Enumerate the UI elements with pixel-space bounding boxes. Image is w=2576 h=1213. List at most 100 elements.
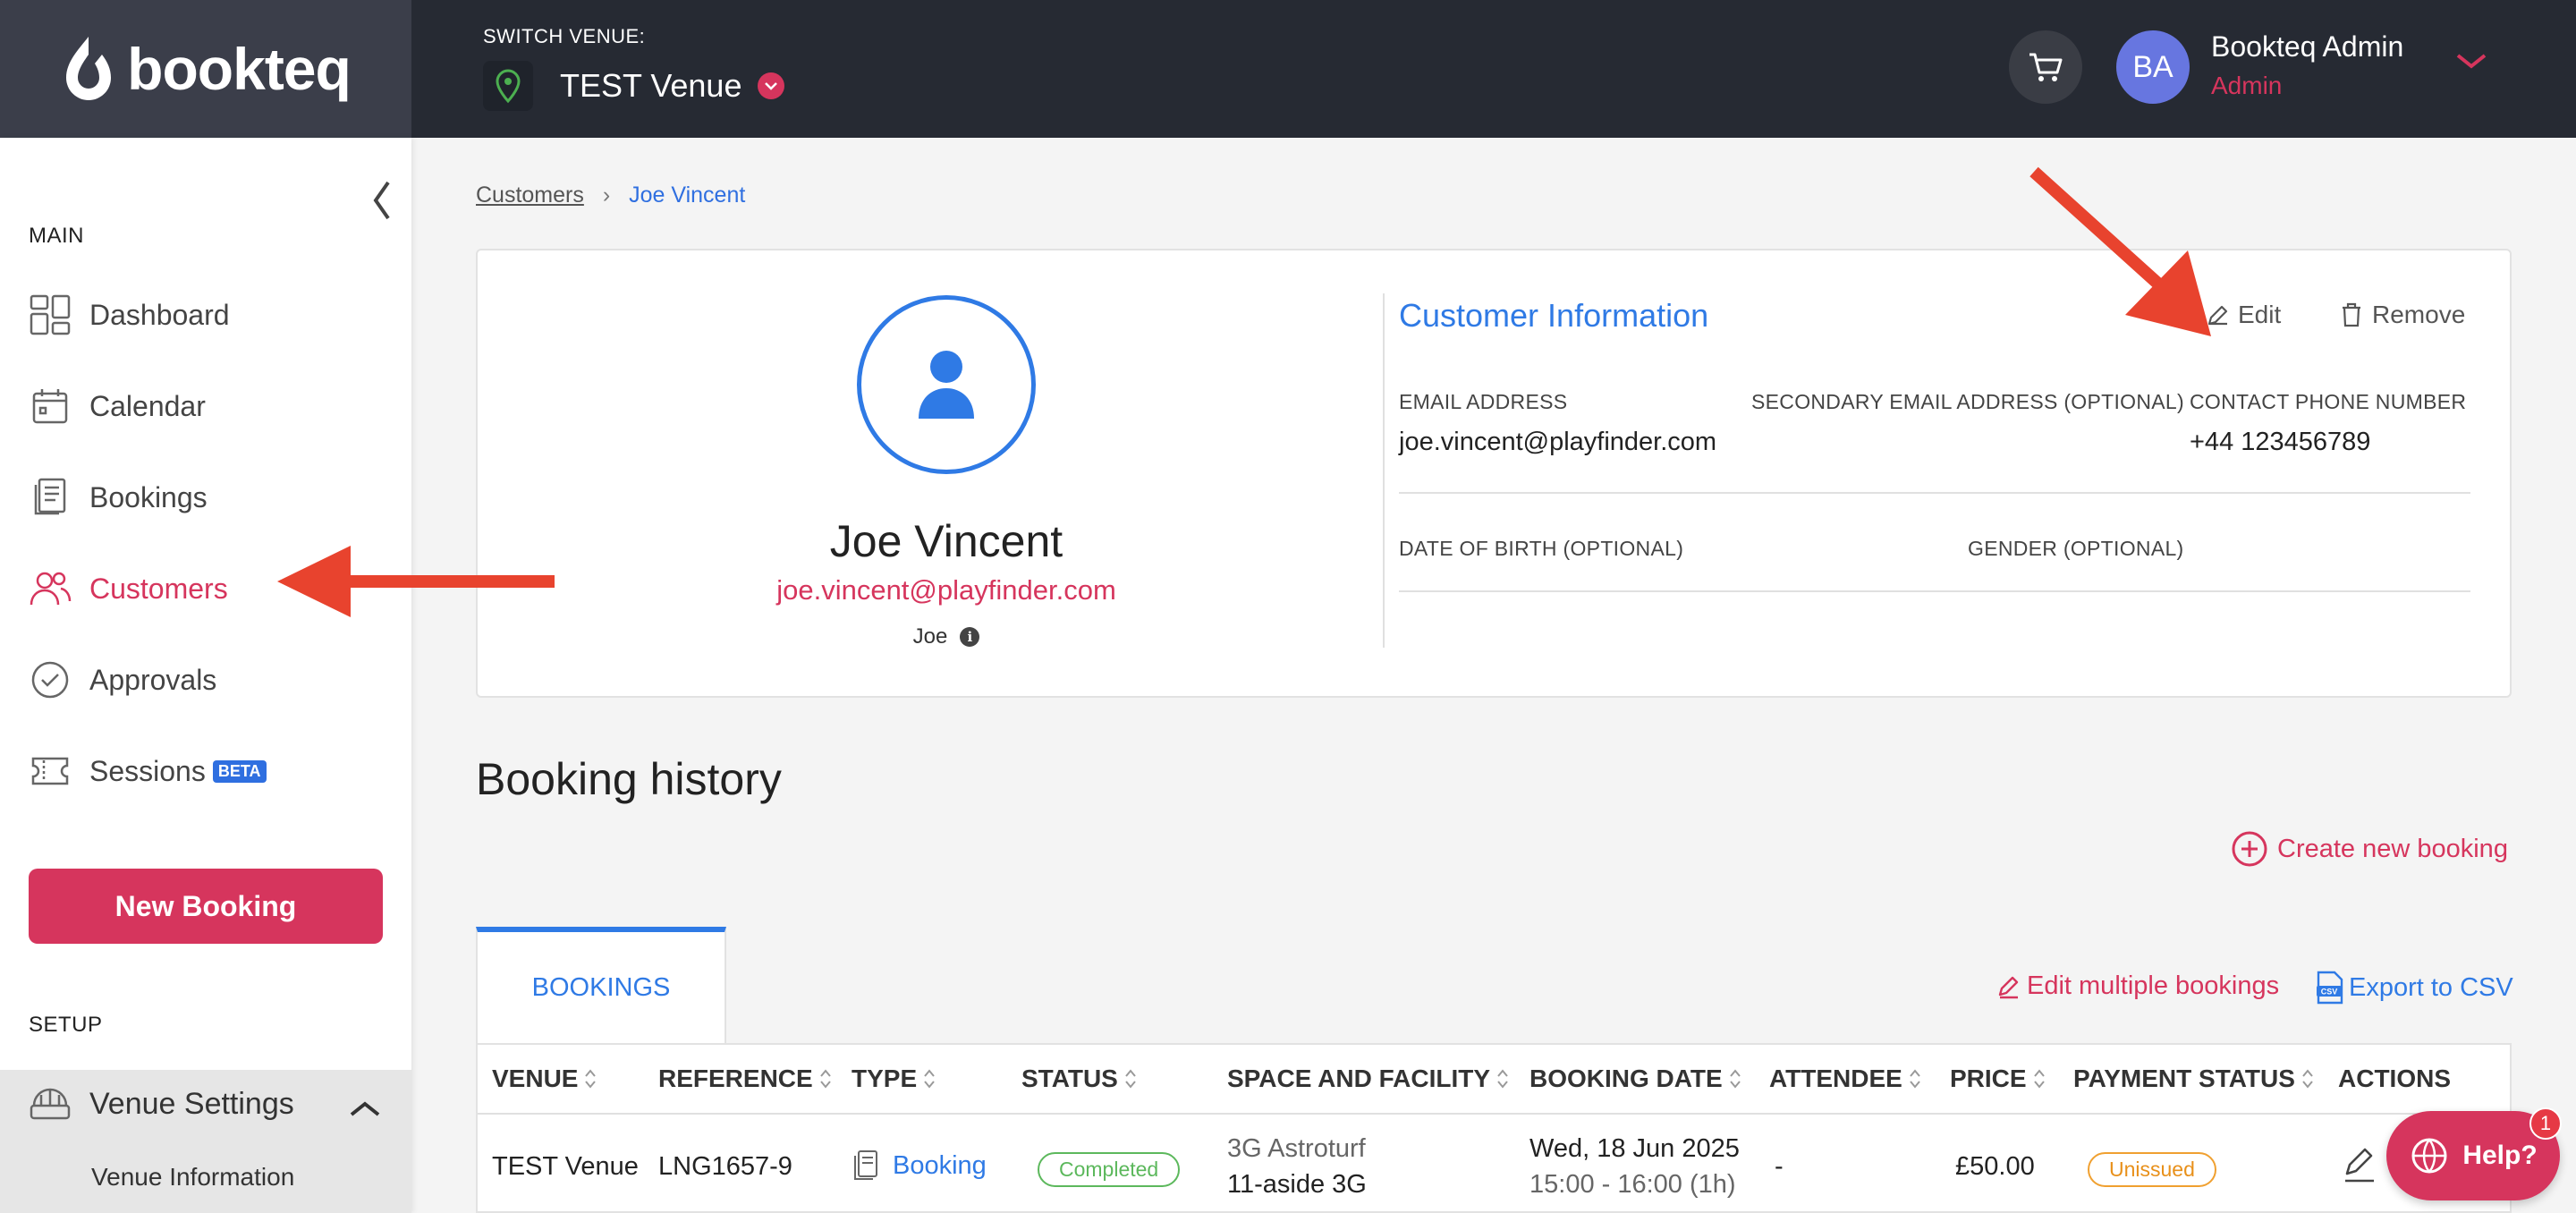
profile-email[interactable]: joe.vincent@playfinder.com <box>478 574 1415 606</box>
venue-name: TEST Venue <box>560 67 742 104</box>
cell-facility: 11-aside 3G <box>1227 1170 1367 1199</box>
venue-switcher[interactable]: SWITCH VENUE: TEST Venue <box>483 25 785 111</box>
customer-info-title: Customer Information <box>1399 297 1709 334</box>
column-header-type[interactable]: TYPE <box>852 1065 936 1093</box>
profile-avatar <box>857 295 1036 474</box>
sort-icon[interactable] <box>1496 1067 1510 1090</box>
breadcrumb-separator: › <box>602 182 611 208</box>
column-header-status[interactable]: STATUS <box>1021 1065 1138 1093</box>
divider <box>1399 590 2470 592</box>
create-new-booking-label: Create new booking <box>2277 834 2508 863</box>
sessions-icon <box>29 750 72 793</box>
sidebar-item-venue-information[interactable]: Venue Information <box>91 1163 294 1192</box>
venue-settings-label: Venue Settings <box>89 1086 294 1121</box>
sidebar-item-label: Approvals <box>89 663 217 696</box>
profile-nickname: Joe i <box>478 624 1415 649</box>
help-label: Help? <box>2462 1141 2538 1170</box>
sort-icon[interactable] <box>2301 1067 2315 1090</box>
sidebar-item-calendar[interactable]: Calendar <box>29 379 206 433</box>
cell-venue: TEST Venue <box>492 1152 639 1181</box>
svg-text:CSV: CSV <box>2321 988 2338 997</box>
edit-label: Edit <box>2238 301 2282 328</box>
phone-label: CONTACT PHONE NUMBER <box>2190 390 2467 413</box>
sidebar-item-bookings[interactable]: Bookings <box>29 471 208 524</box>
secondary-email-label: SECONDARY EMAIL ADDRESS (OPTIONAL) <box>1751 390 2184 413</box>
breadcrumb-current: Joe Vincent <box>629 182 746 208</box>
column-header-actions: ACTIONS <box>2338 1065 2451 1092</box>
column-header-venue[interactable]: VENUE <box>492 1065 597 1093</box>
info-icon[interactable]: i <box>960 627 980 647</box>
type-label: Booking <box>893 1150 987 1180</box>
tab-bookings[interactable]: BOOKINGS <box>476 927 726 1043</box>
sidebar-item-label: Sessions <box>89 754 206 787</box>
export-csv-label: Export to CSV <box>2349 972 2513 1002</box>
sidebar-item-label: Dashboard <box>89 298 230 331</box>
sort-icon[interactable] <box>1728 1067 1742 1090</box>
column-header-attendee[interactable]: ATTENDEE <box>1769 1065 1922 1093</box>
breadcrumb-customers-link[interactable]: Customers <box>476 182 584 208</box>
sort-icon[interactable] <box>1123 1067 1138 1090</box>
column-header-payment-status[interactable]: PAYMENT STATUS <box>2073 1065 2315 1093</box>
user-role: Admin <box>2211 72 2283 99</box>
logo[interactable]: bookteq <box>0 0 411 138</box>
bookings-icon <box>29 476 72 519</box>
edit-multiple-bookings-button[interactable]: Edit multiple bookings <box>1996 971 2279 1001</box>
remove-button[interactable]: Remove <box>2340 301 2465 329</box>
calendar-icon <box>29 385 72 428</box>
gender-label: GENDER (OPTIONAL) <box>1968 537 2184 560</box>
dob-label: DATE OF BIRTH (OPTIONAL) <box>1399 537 1684 560</box>
switch-venue-label: SWITCH VENUE: <box>483 25 646 47</box>
booking-history-title: Booking history <box>476 754 782 804</box>
chevron-down-icon[interactable] <box>758 72 785 99</box>
profile-name: Joe Vincent <box>829 516 1063 566</box>
row-edit-icon[interactable] <box>2342 1145 2377 1189</box>
column-header-reference[interactable]: REFERENCE <box>658 1065 833 1093</box>
globe-icon <box>2411 1138 2447 1174</box>
remove-label: Remove <box>2372 301 2466 328</box>
email-label: EMAIL ADDRESS <box>1399 390 1568 413</box>
divider <box>1383 293 1385 648</box>
sidebar-item-label: Calendar <box>89 389 206 422</box>
avatar[interactable]: BA <box>2116 30 2190 104</box>
user-name[interactable]: Bookteq Admin <box>2211 30 2403 64</box>
sidebar-item-dashboard[interactable]: Dashboard <box>29 288 230 342</box>
column-header-booking-date[interactable]: BOOKING DATE <box>1530 1065 1742 1093</box>
sort-icon[interactable] <box>2032 1067 2046 1090</box>
sort-icon[interactable] <box>1908 1067 1922 1090</box>
notification-badge: 1 <box>2529 1107 2562 1140</box>
cell-space: 3G Astroturf <box>1227 1134 1366 1163</box>
sort-icon[interactable] <box>818 1067 833 1090</box>
sort-icon[interactable] <box>922 1067 936 1090</box>
sidebar-item-customers[interactable]: Customers <box>29 562 228 615</box>
edit-multiple-label: Edit multiple bookings <box>2027 971 2280 1000</box>
trash-icon <box>2343 302 2360 327</box>
cart-button[interactable] <box>2009 30 2082 104</box>
collapse-sidebar-icon[interactable] <box>370 179 394 226</box>
beta-badge: BETA <box>212 759 267 783</box>
approvals-icon <box>29 658 72 701</box>
cell-attendee: - <box>1775 1152 1784 1181</box>
new-booking-button[interactable]: New Booking <box>29 869 383 944</box>
chevron-up-icon[interactable] <box>349 1100 381 1123</box>
sidebar: MAIN Dashboard Calendar Bookings Custome… <box>0 138 411 1213</box>
chevron-down-icon[interactable] <box>2455 52 2487 74</box>
column-header-price[interactable]: PRICE <box>1950 1065 2046 1093</box>
sidebar-item-sessions[interactable]: Sessions BETA <box>29 744 267 798</box>
sort-icon[interactable] <box>583 1067 597 1090</box>
column-header-space-facility[interactable]: SPACE AND FACILITY <box>1227 1065 1510 1093</box>
brand-name: bookteq <box>127 36 352 102</box>
status-badge: Completed <box>1038 1152 1181 1187</box>
dashboard-icon <box>29 293 72 336</box>
venue-settings-icon <box>29 1086 72 1122</box>
bookteq-logo-icon <box>66 37 112 100</box>
booking-type-icon <box>854 1150 877 1180</box>
section-label-main: MAIN <box>29 224 84 248</box>
sidebar-item-approvals[interactable]: Approvals <box>29 653 216 707</box>
csv-file-icon: CSV <box>2317 971 2343 1005</box>
cell-type[interactable]: Booking <box>852 1149 987 1183</box>
export-csv-button[interactable]: CSV Export to CSV <box>2315 970 2513 1005</box>
cell-time: 15:00 - 16:00 (1h) <box>1530 1170 1736 1199</box>
sidebar-item-venue-settings[interactable]: Venue Settings Venue Information <box>0 1070 411 1213</box>
create-new-booking-button[interactable]: Create new booking <box>2231 830 2508 868</box>
cell-reference: LNG1657-9 <box>658 1152 792 1181</box>
